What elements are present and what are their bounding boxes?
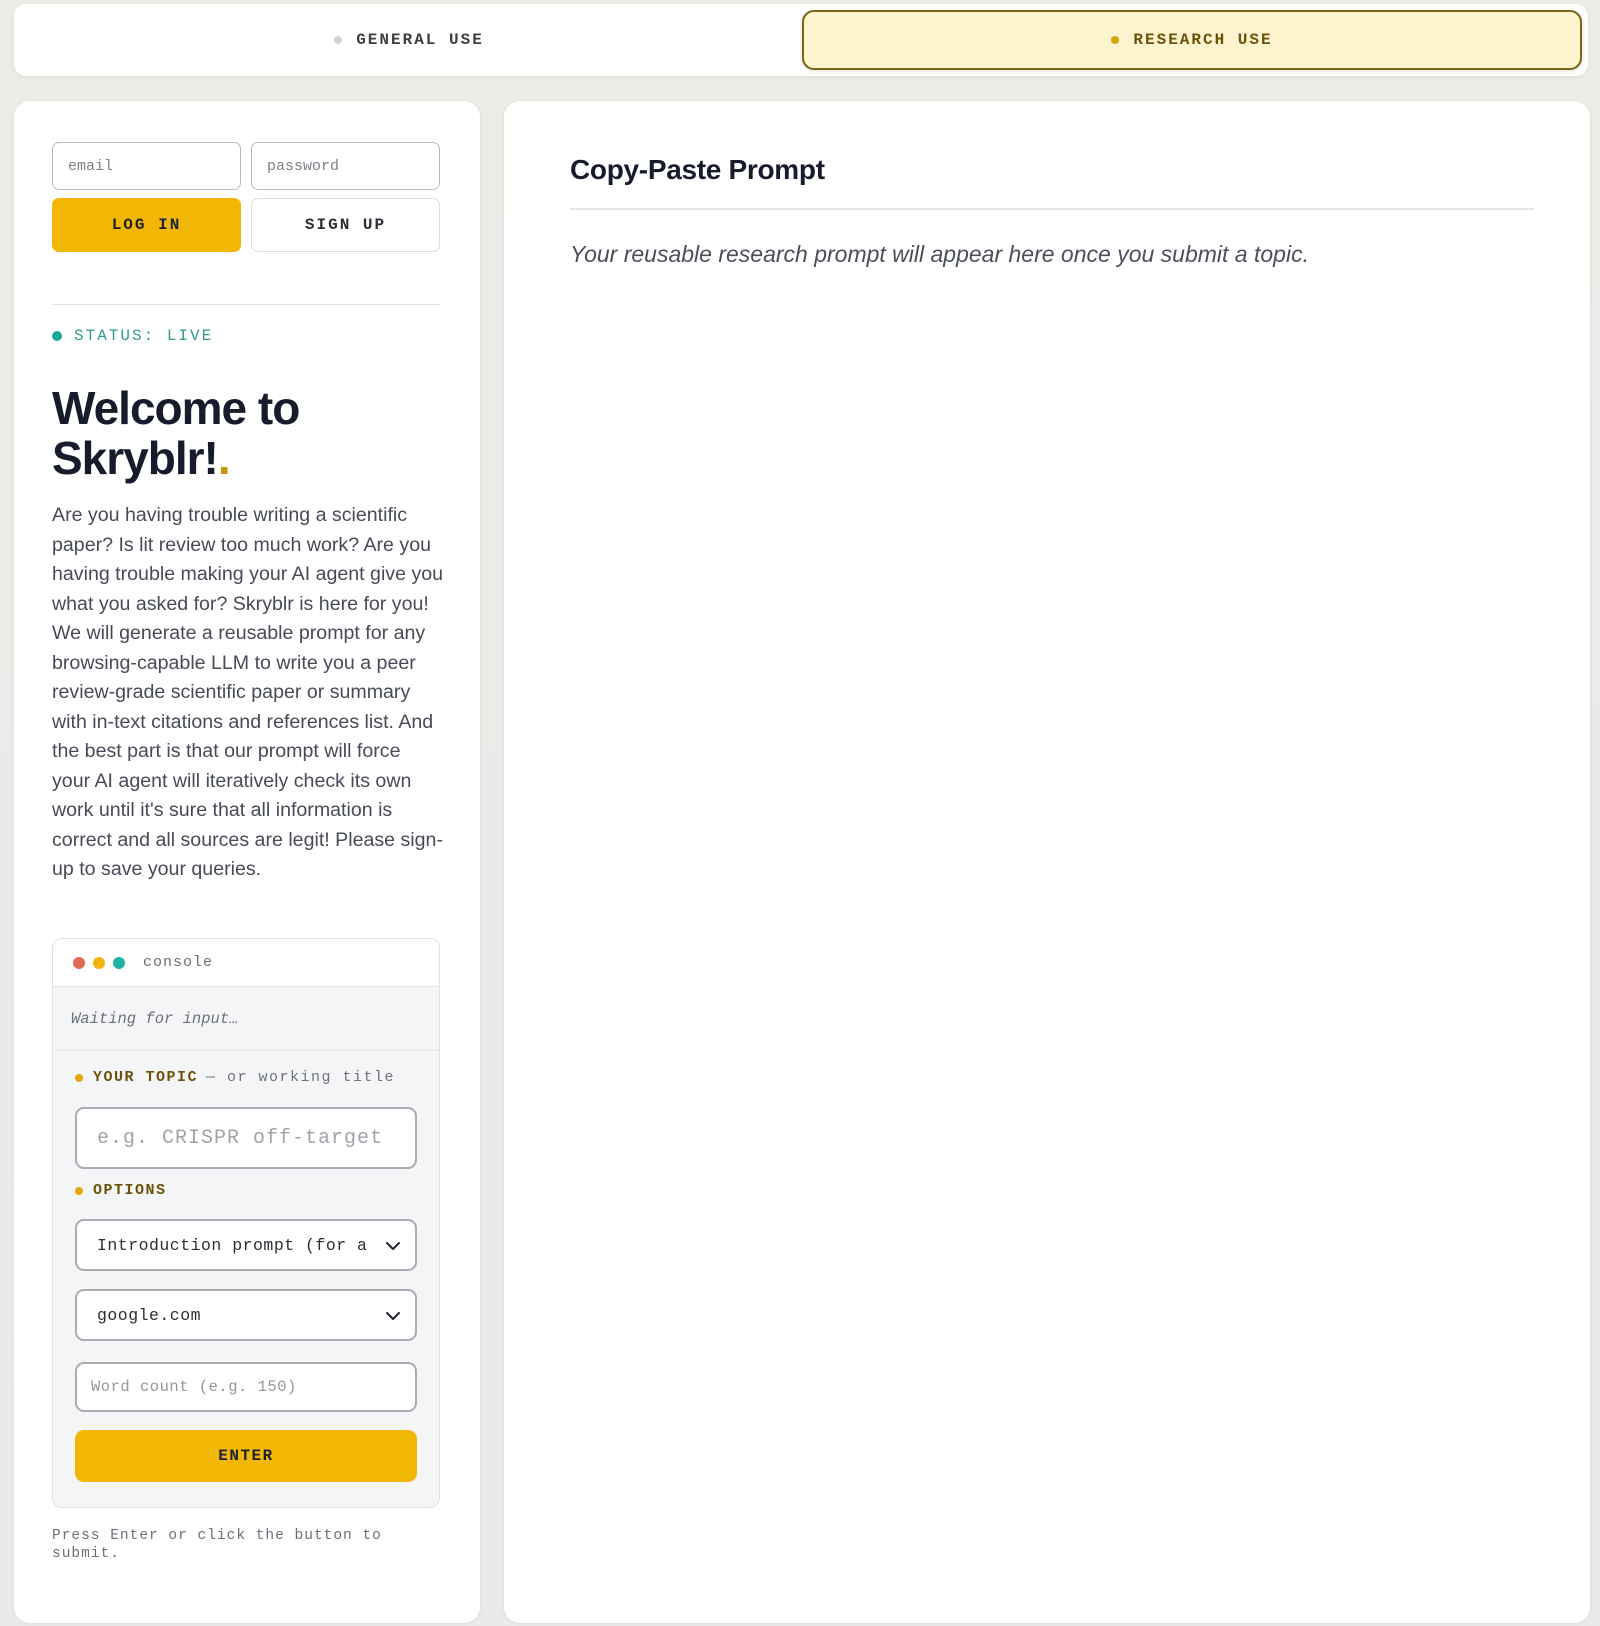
window-maximize-dot-icon	[113, 956, 125, 969]
tab-indicator-dot	[334, 36, 343, 44]
left-panel: LOG IN SIGN UP STATUS: LIVE Welcome to S…	[14, 101, 480, 1623]
mode-switcher: GENERAL USE RESEARCH USE	[14, 4, 1588, 76]
options-label-text: OPTIONS	[93, 1182, 167, 1199]
tab-general-use[interactable]: GENERAL USE	[14, 10, 804, 70]
tab-indicator-dot	[1111, 36, 1120, 44]
chevron-down-icon	[386, 1242, 400, 1250]
divider	[52, 304, 440, 305]
output-placeholder: Your reusable research prompt will appea…	[570, 241, 1309, 267]
tab-research-use-label: RESEARCH USE	[1133, 31, 1273, 49]
prompt-type-value: Introduction prompt (for a	[97, 1235, 368, 1255]
chevron-down-icon	[386, 1312, 400, 1320]
intro-text: Are you having trouble writing a scienti…	[52, 504, 444, 880]
label-dot	[75, 1186, 83, 1195]
label-dot	[75, 1073, 83, 1082]
output-title: Copy-Paste Prompt	[570, 154, 825, 185]
options-label: OPTIONS	[75, 1182, 167, 1199]
tab-research-use[interactable]: RESEARCH USE	[802, 10, 1582, 70]
prompt-type-select[interactable]: Introduction prompt (for a	[75, 1219, 417, 1271]
topic-input[interactable]	[75, 1107, 417, 1169]
welcome-line: Welcome to	[52, 382, 300, 434]
welcome-heading: Welcome to Skryblr!.	[52, 383, 452, 483]
search-engine-value: google.com	[97, 1305, 202, 1325]
submit-hint: Press Enter or click the button to submi…	[52, 1528, 382, 1562]
topic-sublabel: — or working title	[206, 1069, 396, 1086]
email-field[interactable]	[52, 142, 241, 190]
password-field[interactable]	[251, 142, 440, 190]
topic-label-text: YOUR TOPIC	[93, 1069, 199, 1086]
topic-label: YOUR TOPIC — or working title	[75, 1069, 395, 1086]
brand-accent-dot: .	[217, 432, 231, 484]
window-close-dot-icon	[73, 956, 85, 969]
search-engine-select[interactable]: google.com	[75, 1289, 417, 1341]
brand-name: Skryblr!	[52, 432, 219, 484]
status-label: STATUS: LIVE	[74, 327, 214, 345]
signup-button[interactable]: SIGN UP	[251, 198, 440, 252]
window-minimize-dot-icon	[93, 956, 105, 969]
console-title: console	[143, 954, 214, 971]
status-indicator: STATUS: LIVE	[52, 327, 213, 345]
login-button[interactable]: LOG IN	[52, 198, 241, 252]
word-count-input[interactable]	[75, 1362, 417, 1412]
status-dot	[52, 331, 62, 341]
console-card: console Waiting for input… YOUR TOPIC — …	[52, 938, 440, 1508]
enter-button[interactable]: ENTER	[75, 1430, 417, 1482]
divider	[570, 208, 1534, 210]
output-panel: Copy-Paste Prompt Your reusable research…	[504, 101, 1590, 1623]
console-header: console	[53, 939, 439, 987]
tab-general-use-label: GENERAL USE	[356, 31, 484, 49]
console-status: Waiting for input…	[53, 987, 439, 1051]
